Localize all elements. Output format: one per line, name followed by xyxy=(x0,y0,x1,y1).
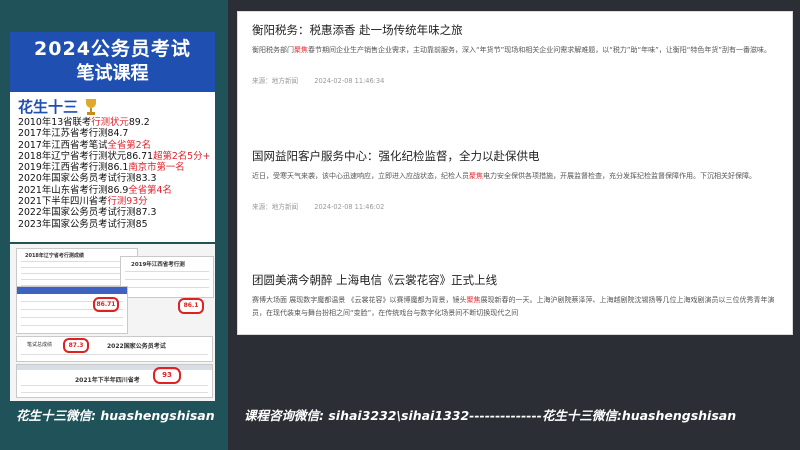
achievement-item: 2017年江苏省考行测84.7 xyxy=(18,128,129,140)
score-87-3: 87.3 xyxy=(63,338,89,353)
wechat-caption-left: 花生十三微信: huashengshisan xyxy=(16,408,215,423)
score-86-71: 86.71 xyxy=(93,297,119,312)
wechat-caption-bottom: 课程咨询微信: sihai3232\sihai1332-------------… xyxy=(244,408,737,423)
doc-title: 2019年江西省考行测 xyxy=(131,262,185,268)
promo-name-row: 花生十三 xyxy=(10,92,215,117)
score-doc-jiangxi: 2019年江西省考行测 xyxy=(120,256,214,298)
score-86-1: 86.1 xyxy=(178,298,204,314)
doc-title: 2018年辽宁省考行测成绩 xyxy=(25,253,84,259)
achievement-item: 2021年山东省考行测86.9全省第4名 xyxy=(18,184,172,196)
achievement-item: 2018年辽宁省考行测状元86.71超第2名5分+ xyxy=(18,150,211,162)
news-time: 2024-02-08 11:46:34 xyxy=(314,76,385,85)
achievement-list: 2010年13省联考行测状元89.2 2017年江苏省考行测84.7 2017年江西… xyxy=(10,117,215,230)
promo-card: 2024公务员考试 笔试课程 花生十三 2010年13省联考行测状元89.2 20… xyxy=(10,32,215,242)
promo-year-title: 2024公务员考试 xyxy=(34,38,191,60)
news-item[interactable]: 国网益阳客户服务中心：强化纪检监督，全力以赴保供电 近日，受寒天气来袭，该中心迅… xyxy=(252,148,778,211)
teacher-name: 花生十三 xyxy=(18,98,79,116)
achievement-item: 2010年13省联考行测状元89.2 xyxy=(18,117,150,128)
promo-course-title: 笔试课程 xyxy=(76,63,149,84)
keyword-highlight: 聚焦 xyxy=(294,46,308,54)
achievement-item: 2022年国家公务员考试行测87.3 xyxy=(18,207,157,219)
news-title[interactable]: 衡阳税务：税惠添香 赴一场传统年味之旅 xyxy=(252,22,778,38)
doc-label: 笔试总成绩 xyxy=(27,342,53,348)
achievement-item: 2020年国家公务员考试行测83.3 xyxy=(18,173,157,185)
news-meta: 来源：地方新闻 2024-02-08 11:46:34 xyxy=(252,75,778,85)
score-doc-sichuan-2021: 2021年下半年四川省考 93 xyxy=(16,364,213,398)
news-source: 来源：地方新闻 xyxy=(252,202,299,211)
news-source: 来源：地方新闻 xyxy=(252,76,299,85)
news-time: 2024-02-08 11:46:02 xyxy=(314,202,385,211)
score-doc-detail: 86.71 xyxy=(16,286,128,334)
left-promo-panel: 2024公务员考试 笔试课程 花生十三 2010年13省联考行测状元89.2 20… xyxy=(0,0,228,450)
doc-title: 2021年下半年四川省考 xyxy=(75,377,140,384)
doc-header-bar xyxy=(17,287,127,294)
news-list-panel: 衡阳税务：税惠添香 赴一场传统年味之旅 衡阳税务部门聚焦春节期间企业生产销售企业… xyxy=(237,11,793,335)
news-meta: 来源：地方新闻 2024-02-08 11:46:02 xyxy=(252,201,778,211)
news-item[interactable]: 团圆美满今朝醉 上海电信《云裳花容》正式上线 赛博大场面 展现数字魔都温景 《云… xyxy=(252,272,778,319)
keyword-highlight: 聚焦 xyxy=(466,296,481,304)
news-title[interactable]: 团圆美满今朝醉 上海电信《云裳花容》正式上线 xyxy=(252,272,778,288)
promo-header: 2024公务员考试 笔试课程 xyxy=(10,32,215,92)
score-screenshots: 2018年辽宁省考行测成绩 2019年江西省考行测 86.71 86.1 笔试总… xyxy=(10,244,215,401)
trophy-icon xyxy=(84,98,98,115)
news-body: 近日，受寒天气来袭，该中心迅速响应，立即进入应战状态，纪检人员聚焦电力安全保供各… xyxy=(252,172,756,180)
achievement-item: 2021下半年四川省考行测93分 xyxy=(18,196,148,208)
news-title[interactable]: 国网益阳客户服务中心：强化纪检监督，全力以赴保供电 xyxy=(252,148,778,164)
score-93: 93 xyxy=(153,367,181,384)
doc-title: 2022国家公务员考试 xyxy=(107,343,166,350)
achievement-item: 2019年江西省考行测86.1南京市第一名 xyxy=(18,162,185,174)
keyword-highlight: 聚焦 xyxy=(469,172,483,180)
news-item[interactable]: 衡阳税务：税惠添香 赴一场传统年味之旅 衡阳税务部门聚焦春节期间企业生产销售企业… xyxy=(252,22,778,85)
score-doc-national-2022: 笔试总成绩 2022国家公务员考试 87.3 xyxy=(16,336,213,362)
achievement-item: 2023年国家公务员考试行测85 xyxy=(18,218,148,230)
news-body: 衡阳税务部门聚焦春节期间企业生产销售企业需求，主动靠前服务，深入“年货节”现场和… xyxy=(252,46,772,54)
news-body: 赛博大场面 展现数字魔都温景 《云裳花容》以赛博魔都为背景，镜头聚焦展现新春的一… xyxy=(252,296,775,317)
achievement-item: 2017年江西省考笔试全省第2名 xyxy=(18,139,151,151)
